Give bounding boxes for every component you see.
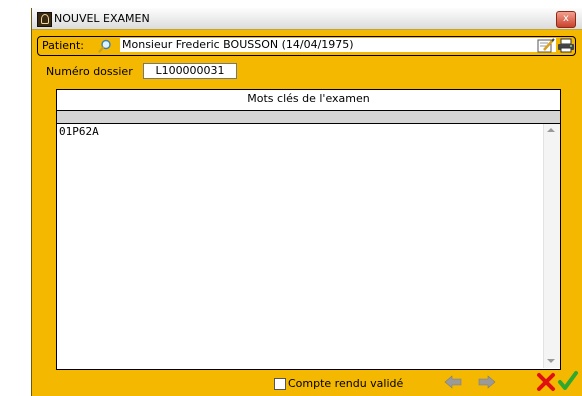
dossier-label: Numéro dossier — [46, 65, 133, 78]
prev-arrow-icon[interactable] — [444, 374, 462, 390]
app-icon — [37, 12, 52, 27]
edit-icon[interactable] — [537, 38, 555, 53]
keywords-header: Mots clés de l'examen — [57, 90, 560, 111]
title-bar[interactable]: NOUVEL EXAMEN x — [32, 8, 582, 30]
printer-icon[interactable] — [557, 38, 575, 53]
keywords-scrollbar[interactable] — [543, 124, 560, 368]
patient-bar: Patient: Monsieur Frederic BOUSSON (14/0… — [37, 36, 576, 56]
patient-label: Patient: — [42, 39, 85, 52]
dossier-field[interactable]: L100000031 — [143, 63, 237, 79]
validated-label: Compte rendu validé — [288, 377, 404, 390]
patient-field[interactable]: Monsieur Frederic BOUSSON (14/04/1975) — [120, 38, 556, 52]
keywords-header-strip — [57, 111, 560, 124]
scroll-up-icon[interactable] — [547, 128, 555, 132]
nouvel-examen-window: NOUVEL EXAMEN x Patient: Monsieur Freder… — [31, 8, 582, 396]
cancel-icon[interactable] — [536, 372, 556, 392]
keywords-textarea[interactable]: 01P62A — [57, 125, 544, 365]
ok-check-icon[interactable] — [557, 370, 579, 392]
keywords-panel: Mots clés de l'examen 01P62A — [56, 89, 561, 370]
close-button[interactable]: x — [556, 11, 576, 28]
validated-checkbox[interactable] — [274, 378, 286, 390]
search-icon[interactable] — [98, 39, 112, 53]
window-title: NOUVEL EXAMEN — [54, 12, 150, 25]
next-arrow-icon[interactable] — [478, 374, 496, 390]
scroll-down-icon[interactable] — [547, 359, 555, 363]
